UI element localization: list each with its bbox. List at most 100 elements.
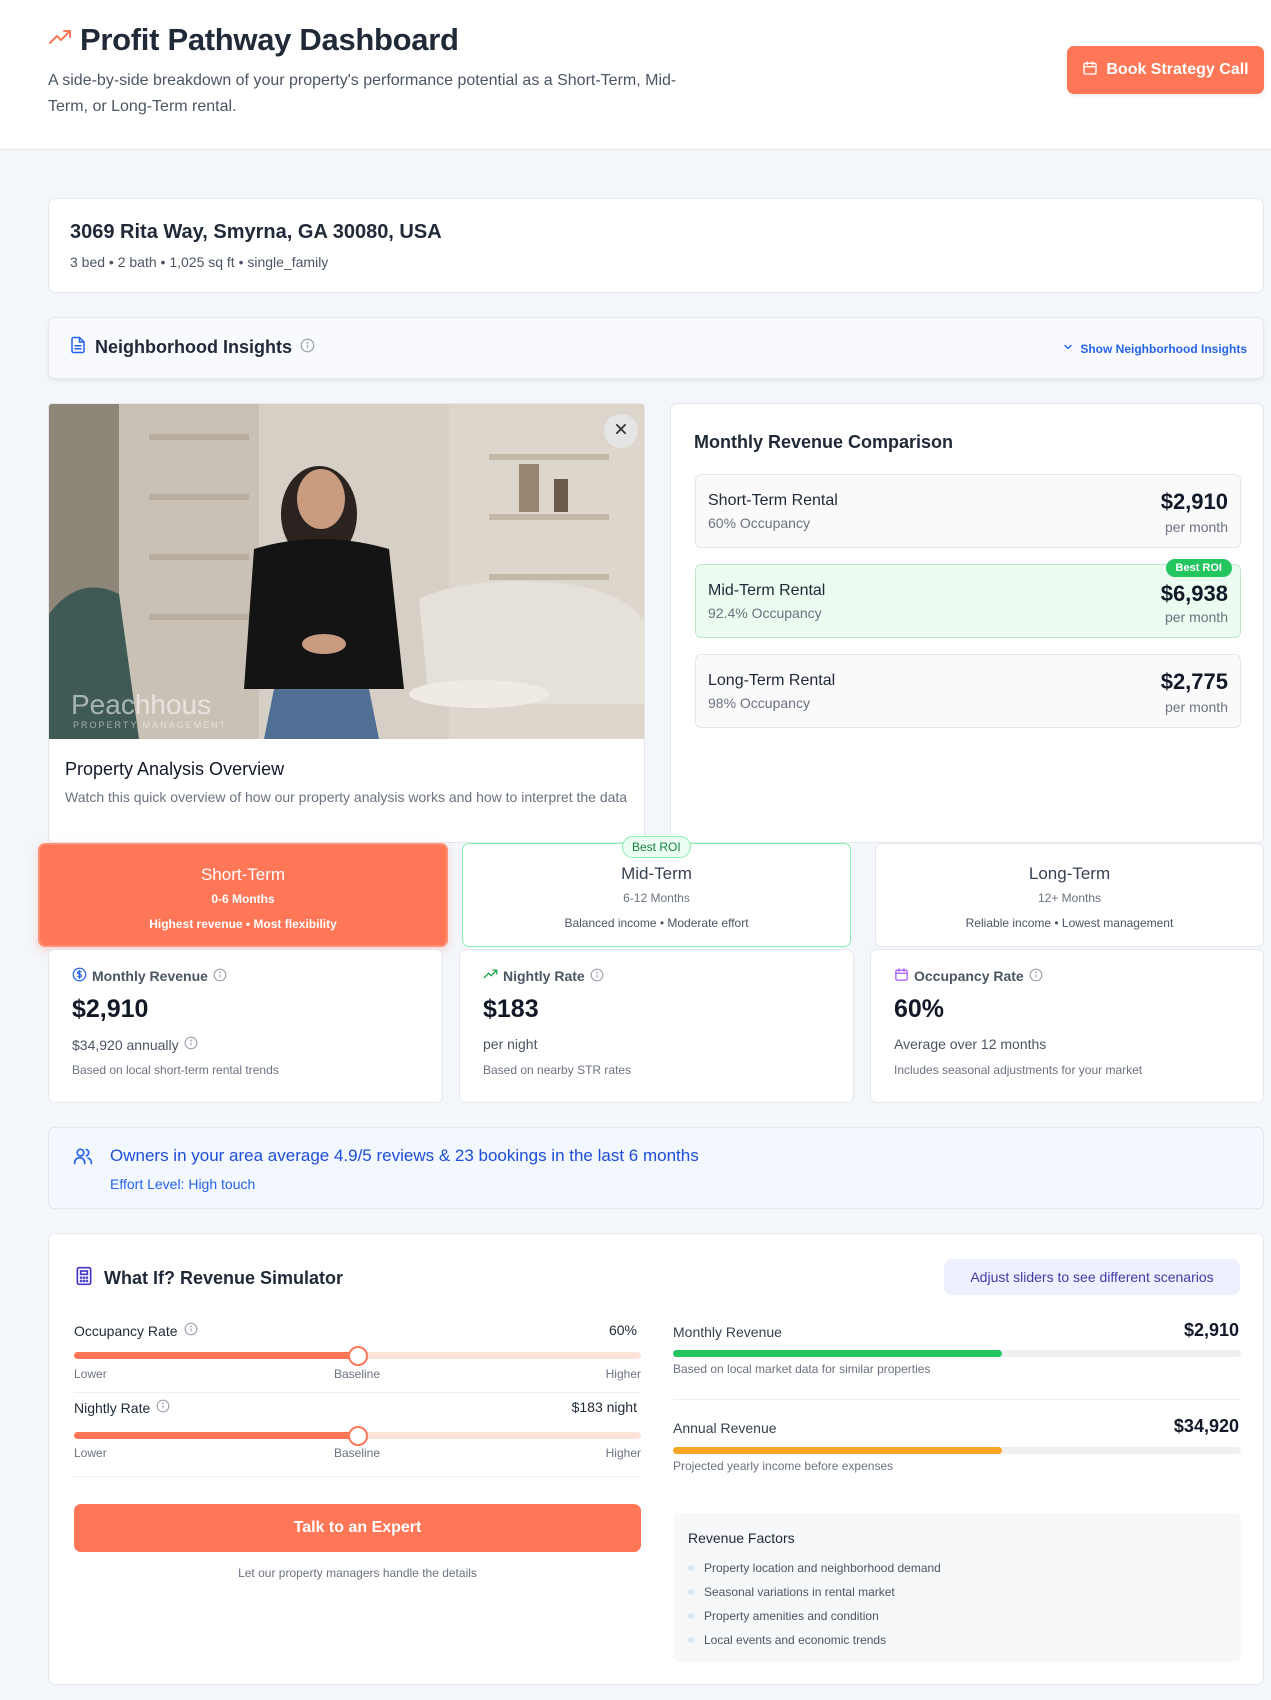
revenue-row-short-term: Short-Term Rental 60% Occupancy $2,910 p… bbox=[695, 474, 1241, 548]
simulator-title: What If? Revenue Simulator bbox=[74, 1266, 343, 1291]
book-strategy-call-label: Book Strategy Call bbox=[1106, 61, 1249, 78]
info-icon[interactable] bbox=[156, 1399, 170, 1416]
term-tab-mid-term[interactable]: Mid-Term 6-12 Months Balanced income • M… bbox=[462, 843, 851, 947]
revenue-row-per: per month bbox=[1164, 519, 1228, 535]
info-icon[interactable] bbox=[184, 1322, 198, 1339]
nightly-slider-label-text: Nightly Rate bbox=[74, 1399, 151, 1416]
revenue-row-name: Long-Term Rental bbox=[708, 672, 836, 689]
revenue-factors-list: Property location and neighborhood deman… bbox=[688, 1556, 941, 1652]
revenue-factors-title: Revenue Factors bbox=[688, 1530, 795, 1546]
scale-higher: Higher bbox=[605, 1367, 641, 1381]
sim-annual-revenue-value: $34,920 bbox=[1173, 1416, 1239, 1436]
term-duration: 12+ Months bbox=[1037, 891, 1102, 905]
document-icon bbox=[69, 336, 87, 359]
term-duration: 6-12 Months bbox=[623, 891, 690, 905]
show-neighborhood-insights-toggle[interactable]: Show Neighborhood Insights bbox=[1062, 341, 1247, 356]
term-features: Reliable income • Lowest management bbox=[965, 916, 1174, 930]
occupancy-slider-label-text: Occupancy Rate bbox=[74, 1322, 178, 1339]
sim-annual-revenue-label: Annual Revenue bbox=[673, 1420, 777, 1436]
best-roi-tag: Best ROI bbox=[622, 836, 691, 858]
scale-lower: Lower bbox=[74, 1446, 107, 1460]
property-card: 3069 Rita Way, Smyrna, GA 30080, USA 3 b… bbox=[48, 198, 1264, 293]
metric-sub: per night bbox=[483, 1036, 538, 1052]
revenue-factor-text: Local events and economic trends bbox=[704, 1633, 887, 1647]
revenue-row-amount: $2,775 bbox=[1160, 669, 1228, 694]
revenue-factor-text: Property location and neighborhood deman… bbox=[704, 1561, 941, 1575]
trending-up-icon bbox=[48, 26, 72, 55]
metric-value: $2,910 bbox=[72, 995, 149, 1023]
info-icon[interactable] bbox=[300, 337, 315, 358]
metric-value: 60% bbox=[894, 995, 945, 1023]
book-strategy-call-button[interactable]: Book Strategy Call bbox=[1067, 46, 1264, 94]
sim-monthly-revenue-note: Based on local market data for similar p… bbox=[673, 1362, 931, 1376]
metric-sub: Average over 12 months bbox=[894, 1036, 1047, 1052]
owners-banner-text: Owners in your area average 4.9/5 review… bbox=[110, 1146, 699, 1165]
bullet-icon bbox=[688, 1565, 694, 1571]
info-icon[interactable] bbox=[184, 1036, 198, 1053]
occupancy-slider-thumb[interactable] bbox=[347, 1346, 368, 1366]
revenue-factor-text: Seasonal variations in rental market bbox=[704, 1585, 895, 1599]
sim-monthly-revenue-label: Monthly Revenue bbox=[673, 1324, 782, 1340]
page-header: Profit Pathway Dashboard A side-by-side … bbox=[0, 0, 1271, 150]
simulator-title-text: What If? Revenue Simulator bbox=[104, 1268, 344, 1288]
revenue-row-per: per month bbox=[1164, 699, 1228, 715]
term-tab-long-term[interactable]: Long-Term 12+ Months Reliable income • L… bbox=[875, 843, 1264, 947]
video-watermark-logo: Peachhous bbox=[71, 689, 212, 720]
revenue-row-name: Mid-Term Rental bbox=[708, 582, 826, 599]
metric-note: Includes seasonal adjustments for your m… bbox=[894, 1063, 1143, 1077]
expert-note: Let our property managers handle the det… bbox=[238, 1566, 477, 1580]
term-tab-short-term[interactable]: Short-Term 0-6 Months Highest revenue • … bbox=[38, 843, 448, 947]
page-title: Profit Pathway Dashboard bbox=[80, 22, 459, 57]
property-details: 3 bed • 2 bath • 1,025 sq ft • single_fa… bbox=[70, 254, 329, 270]
nightly-rate-slider[interactable] bbox=[74, 1426, 641, 1446]
revenue-comparison-title: Monthly Revenue Comparison bbox=[694, 432, 954, 452]
video-player[interactable]: Peachhous PROPERTY MANAGEMENT bbox=[49, 404, 644, 739]
nightly-slider-thumb[interactable] bbox=[347, 1426, 368, 1446]
metric-note: Based on nearby STR rates bbox=[483, 1063, 632, 1077]
occupancy-slider-fill bbox=[74, 1352, 358, 1359]
divider bbox=[673, 1399, 1241, 1400]
close-video-button[interactable] bbox=[604, 414, 638, 448]
owners-banner: Owners in your area average 4.9/5 review… bbox=[48, 1127, 1264, 1209]
effort-level: Effort Level: High touch bbox=[110, 1176, 256, 1192]
term-duration: 0-6 Months bbox=[211, 892, 275, 906]
divider bbox=[74, 1476, 641, 1477]
best-roi-badge: Best ROI bbox=[1165, 559, 1232, 577]
bullet-icon bbox=[688, 1637, 694, 1643]
metric-label-text: Occupancy Rate bbox=[914, 968, 1024, 984]
metric-card-nightly-rate: Nightly Rate $183 per night Based on nea… bbox=[459, 949, 854, 1103]
revenue-row-name: Short-Term Rental bbox=[708, 492, 838, 509]
term-features: Balanced income • Moderate effort bbox=[564, 916, 749, 930]
revenue-comparison-card: Monthly Revenue Comparison Short-Term Re… bbox=[670, 403, 1264, 843]
metric-sub-text: $34,920 annually bbox=[72, 1036, 179, 1053]
video-title: Property Analysis Overview bbox=[65, 759, 285, 779]
bullet-icon bbox=[688, 1613, 694, 1619]
info-icon[interactable] bbox=[1029, 968, 1043, 985]
sim-monthly-revenue-bar bbox=[673, 1350, 1241, 1357]
neighborhood-insights-card[interactable]: Neighborhood Insights Show Neighborhood … bbox=[48, 317, 1264, 379]
metric-card-occupancy-rate: Occupancy Rate 60% Average over 12 month… bbox=[870, 949, 1264, 1103]
scale-higher: Higher bbox=[605, 1446, 641, 1460]
title-row: Profit Pathway Dashboard bbox=[48, 22, 459, 58]
metric-label: Nightly Rate bbox=[483, 967, 604, 985]
page-subtitle: A side-by-side breakdown of your propert… bbox=[48, 72, 677, 115]
revenue-row-occupancy: 98% Occupancy bbox=[708, 695, 810, 711]
info-icon[interactable] bbox=[590, 968, 604, 985]
metric-value: $183 bbox=[483, 995, 539, 1023]
trending-up-icon bbox=[483, 967, 498, 985]
term-title: Short-Term bbox=[200, 865, 286, 884]
sim-annual-revenue-note: Projected yearly income before expenses bbox=[673, 1459, 894, 1473]
occupancy-slider-label: Occupancy Rate bbox=[74, 1322, 198, 1339]
bullet-icon bbox=[688, 1589, 694, 1595]
divider bbox=[74, 1392, 641, 1393]
metric-label-text: Monthly Revenue bbox=[92, 968, 208, 984]
occupancy-slider[interactable] bbox=[74, 1346, 641, 1366]
talk-to-expert-button[interactable]: Talk to an Expert bbox=[74, 1504, 641, 1552]
revenue-row-amount: $6,938 bbox=[1160, 581, 1228, 606]
metric-label: Monthly Revenue bbox=[72, 967, 227, 985]
nightly-slider-fill bbox=[74, 1432, 358, 1439]
info-icon[interactable] bbox=[213, 968, 227, 985]
scale-baseline: Baseline bbox=[334, 1446, 381, 1460]
revenue-row-occupancy: 92.4% Occupancy bbox=[708, 605, 822, 621]
list-item: Property amenities and condition bbox=[688, 1604, 941, 1628]
